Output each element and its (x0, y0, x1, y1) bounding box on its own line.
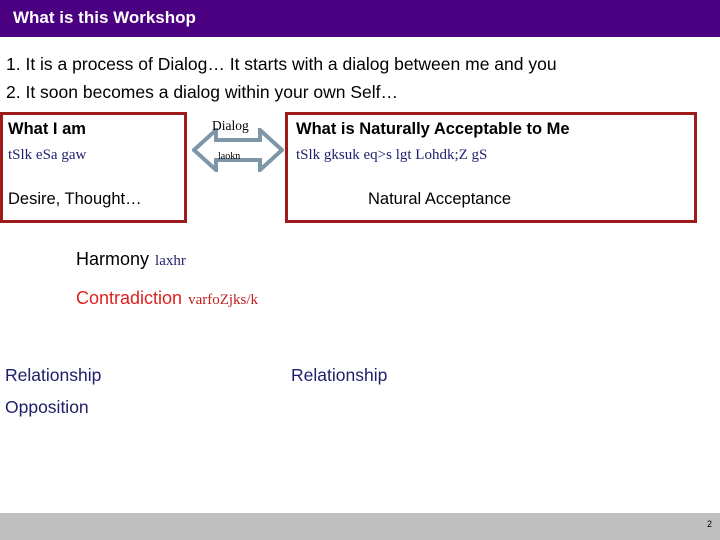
page-number: 2 (706, 519, 712, 529)
contradiction-label-hindi: varfoZjks/k (188, 292, 259, 308)
harmony-pair: Harmony laxhr (76, 249, 186, 270)
bullet-item-2: 2. It soon becomes a dialog within your … (6, 82, 399, 102)
contradiction-pair: Contradiction varfoZjks/k (76, 288, 258, 309)
harmony-label-hindi: laxhr (155, 253, 186, 269)
concept-box-naturally-acceptable: What is Naturally Acceptable to Me tSlk … (285, 112, 697, 223)
harmony-label-english: Harmony (76, 249, 150, 269)
relationship-label-left: Relationship (5, 365, 102, 385)
slide-footer-bar: 2 (0, 513, 720, 540)
dialog-label-english: Dialog (212, 118, 249, 133)
left-box-heading: What I am (8, 120, 86, 138)
right-box-heading: What is Naturally Acceptable to Me (296, 120, 570, 138)
left-box-hindi-text: tSlk eSa gaw (8, 147, 87, 163)
concept-box-what-i-am: What I am tSlk eSa gaw Desire, Thought… (0, 112, 187, 223)
dialog-label-hindi: laokn (218, 151, 241, 162)
relationship-label-right: Relationship (291, 365, 388, 385)
left-box-footer: Desire, Thought… (8, 190, 142, 208)
opposition-label-left: Opposition (5, 397, 89, 417)
contradiction-label-english: Contradiction (76, 288, 183, 308)
bullet-item-1: 1. It is a process of Dialog… It starts … (6, 54, 557, 74)
right-box-footer: Natural Acceptance (368, 190, 512, 208)
page-title: What is this Workshop (13, 8, 196, 27)
slide-title-banner: What is this Workshop (0, 0, 720, 37)
double-arrow-icon (192, 128, 284, 172)
right-box-hindi-text: tSlk gksuk eq>s lgt Lohdk;Z gS (296, 147, 488, 163)
dialog-arrow-group: Dialog laokn (192, 118, 284, 178)
